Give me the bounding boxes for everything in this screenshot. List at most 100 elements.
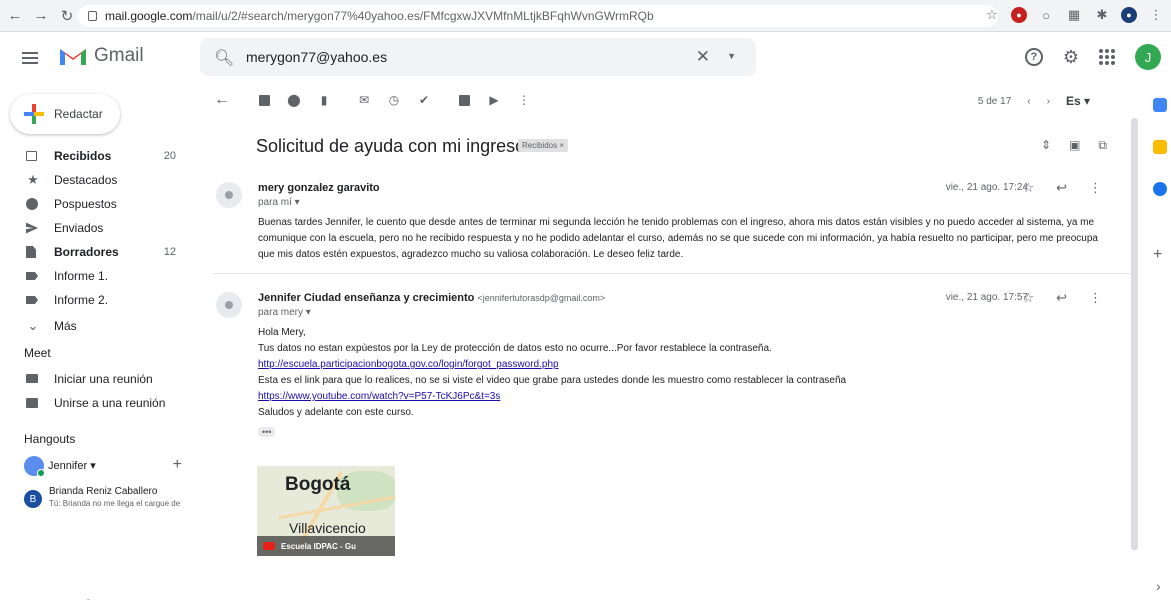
- get-addons-plus-icon[interactable]: +: [1153, 246, 1162, 264]
- sidebar-item-destacados[interactable]: ★ Destacados: [0, 168, 190, 192]
- scrollbar[interactable]: [1131, 118, 1138, 550]
- print-icon[interactable]: ▣: [1069, 138, 1080, 153]
- sidebar-item-informe-1[interactable]: Informe 1.: [0, 264, 190, 288]
- password-reset-link[interactable]: http://escuela.participacionbogota.gov.c…: [258, 359, 559, 370]
- reload-icon[interactable]: ↻: [56, 5, 78, 27]
- mark-unread-icon[interactable]: ✉: [356, 92, 372, 108]
- sidebar-item-enviados[interactable]: Enviados: [0, 216, 190, 240]
- message-toolbar: ← ⬤ ▮ ✉ ◷ ✔ ▶ ⋮ 5 de 17 ‹ › Es ▾: [200, 86, 1130, 116]
- meet-item-label: Iniciar una reunión: [54, 372, 153, 386]
- url-path: /mail/u/2/#search/merygon77%40yahoo.es/F…: [192, 9, 654, 23]
- tasks-icon[interactable]: [1153, 182, 1167, 196]
- sender-name[interactable]: mery gonzalez garavito: [258, 182, 380, 194]
- search-icon[interactable]: 🔍︎: [214, 48, 234, 68]
- input-language-selector[interactable]: Es ▾: [1066, 94, 1090, 108]
- hangouts-contact[interactable]: B Brianda Reniz Caballero Tú: Brianda no…: [24, 486, 200, 516]
- star-icon[interactable]: ☆: [1022, 180, 1034, 196]
- sidebar-item-recibidos[interactable]: Recibidos 20: [0, 144, 190, 168]
- star-bookmark-icon[interactable]: ☆: [983, 6, 1001, 24]
- keep-icon[interactable]: [1153, 140, 1167, 154]
- back-to-list-icon[interactable]: ←: [214, 91, 230, 108]
- sidebar-item-borradores[interactable]: Borradores 12: [0, 240, 190, 264]
- video-thumbnail[interactable]: Bogotá Villavicencio Escuela IDPAC - Gu: [257, 466, 395, 556]
- next-page-icon[interactable]: ›: [1047, 96, 1050, 107]
- contact-name: Brianda Reniz Caballero: [49, 486, 158, 497]
- youtube-icon: [263, 542, 275, 550]
- add-task-icon[interactable]: ✔: [416, 92, 432, 108]
- sidebar-item-label: Enviados: [54, 221, 104, 235]
- address-bar[interactable]: mail.google.com/mail/u/2/#search/merygon…: [78, 5, 998, 27]
- sidebar-item-informe-2[interactable]: Informe 2.: [0, 288, 190, 312]
- reply-icon[interactable]: ↩: [1056, 290, 1067, 306]
- extension-red-icon[interactable]: ●: [1011, 7, 1027, 23]
- search-input[interactable]: merygon77@yahoo.es: [246, 49, 387, 65]
- search-options-icon[interactable]: ▼: [727, 51, 736, 61]
- more-options-icon[interactable]: ⋮: [1089, 290, 1102, 306]
- sidebar-item-pospuestos[interactable]: Pospuestos: [0, 192, 190, 216]
- gmail-logo[interactable]: Gmail: [58, 45, 144, 67]
- body-line: comunique con la escuela, pero no he rec…: [258, 233, 1098, 244]
- account-avatar[interactable]: J: [1135, 44, 1161, 70]
- contact-snippet: Tú: Brianda no me llega el cargue de: [49, 499, 181, 508]
- search-bar[interactable]: 🔍︎ merygon77@yahoo.es ✕ ▼: [200, 38, 756, 76]
- recipient-details[interactable]: para mí ▾: [258, 197, 300, 208]
- unread-count: 20: [163, 150, 176, 162]
- show-trimmed-content-button[interactable]: •••: [258, 427, 276, 437]
- video-camera-icon: [26, 374, 38, 383]
- meet-join-button[interactable]: Unirse a una reunión: [0, 392, 190, 414]
- sender-avatar: [216, 292, 242, 318]
- prev-page-icon[interactable]: ‹: [1027, 96, 1030, 107]
- expand-panel-icon[interactable]: ›: [1156, 578, 1161, 594]
- thread-subject: Solicitud de ayuda con mi ingreso: [256, 136, 526, 156]
- gmail-wordmark: Gmail: [94, 45, 144, 66]
- clear-search-icon[interactable]: ✕: [696, 47, 710, 67]
- extensions-area: ☆ ● ○ ▦ ✱ ● ⋮: [983, 6, 1165, 24]
- inbox-label-badge[interactable]: Recibidos ×: [518, 139, 569, 152]
- hangouts-user[interactable]: Jennifer ▾ +: [24, 456, 194, 478]
- sidebar: Redactar Recibidos 20 ★ Destacados Pospu…: [0, 86, 200, 600]
- extensions-puzzle-icon[interactable]: ✱: [1093, 6, 1111, 24]
- body-line: Tus datos no estan expùestos por la Ley …: [258, 343, 772, 354]
- open-new-window-icon[interactable]: ⧉: [1098, 138, 1107, 153]
- label-tag-icon[interactable]: ▶: [486, 92, 502, 108]
- message-2: Jennifer Ciudad enseñanza y crecimiento …: [214, 290, 1130, 452]
- help-icon[interactable]: ?: [1024, 48, 1043, 66]
- sidebar-item-label: Pospuestos: [54, 197, 117, 211]
- back-arrow-icon[interactable]: ←: [4, 5, 26, 27]
- browser-menu-icon[interactable]: ⋮: [1147, 6, 1165, 24]
- new-conversation-plus-icon[interactable]: +: [173, 456, 182, 474]
- collapse-all-icon[interactable]: ⇕: [1041, 138, 1051, 153]
- report-spam-icon[interactable]: ⬤: [286, 92, 302, 108]
- move-to-icon[interactable]: [456, 92, 472, 108]
- clock-icon: [26, 198, 38, 210]
- calendar-icon[interactable]: [1153, 98, 1167, 112]
- star-icon[interactable]: ☆: [1022, 290, 1034, 306]
- profile-icon[interactable]: ●: [1121, 7, 1137, 23]
- meet-start-button[interactable]: Iniciar una reunión: [0, 368, 190, 390]
- more-options-icon[interactable]: ⋮: [1089, 180, 1102, 196]
- main-menu-icon[interactable]: [22, 52, 38, 64]
- send-icon: [26, 222, 38, 234]
- extension-grid-icon[interactable]: ▦: [1065, 6, 1083, 24]
- recipient-details[interactable]: para mery ▾: [258, 307, 311, 318]
- reply-icon[interactable]: ↩: [1056, 180, 1067, 196]
- extension-circle-icon[interactable]: ○: [1037, 6, 1055, 24]
- body-line: Hola Mery,: [258, 327, 306, 338]
- sidebar-item-label: Destacados: [54, 173, 118, 187]
- archive-icon[interactable]: [256, 92, 272, 108]
- youtube-link[interactable]: https://www.youtube.com/watch?v=P57-TcKJ…: [258, 391, 500, 402]
- map-label-villavicencio: Villavicencio: [289, 520, 366, 536]
- sidebar-item-mas[interactable]: ⌄ Más: [0, 314, 190, 338]
- sidebar-item-label: Más: [54, 319, 77, 333]
- sender-name[interactable]: Jennifer Ciudad enseñanza y crecimiento …: [258, 292, 605, 304]
- more-options-icon[interactable]: ⋮: [516, 92, 532, 108]
- draft-count: 12: [163, 246, 176, 258]
- apps-grid-icon[interactable]: [1099, 49, 1115, 65]
- delete-icon[interactable]: ▮: [316, 92, 332, 108]
- compose-button[interactable]: Redactar: [10, 94, 120, 134]
- message-view: ← ⬤ ▮ ✉ ◷ ✔ ▶ ⋮ 5 de 17 ‹ › Es ▾ Solicit…: [200, 86, 1145, 600]
- settings-gear-icon[interactable]: ⚙: [1063, 47, 1079, 68]
- message-body: Buenas tardes Jennifer, le cuento que de…: [258, 215, 1118, 263]
- forward-arrow-icon[interactable]: →: [30, 5, 52, 27]
- snooze-icon[interactable]: ◷: [386, 92, 402, 108]
